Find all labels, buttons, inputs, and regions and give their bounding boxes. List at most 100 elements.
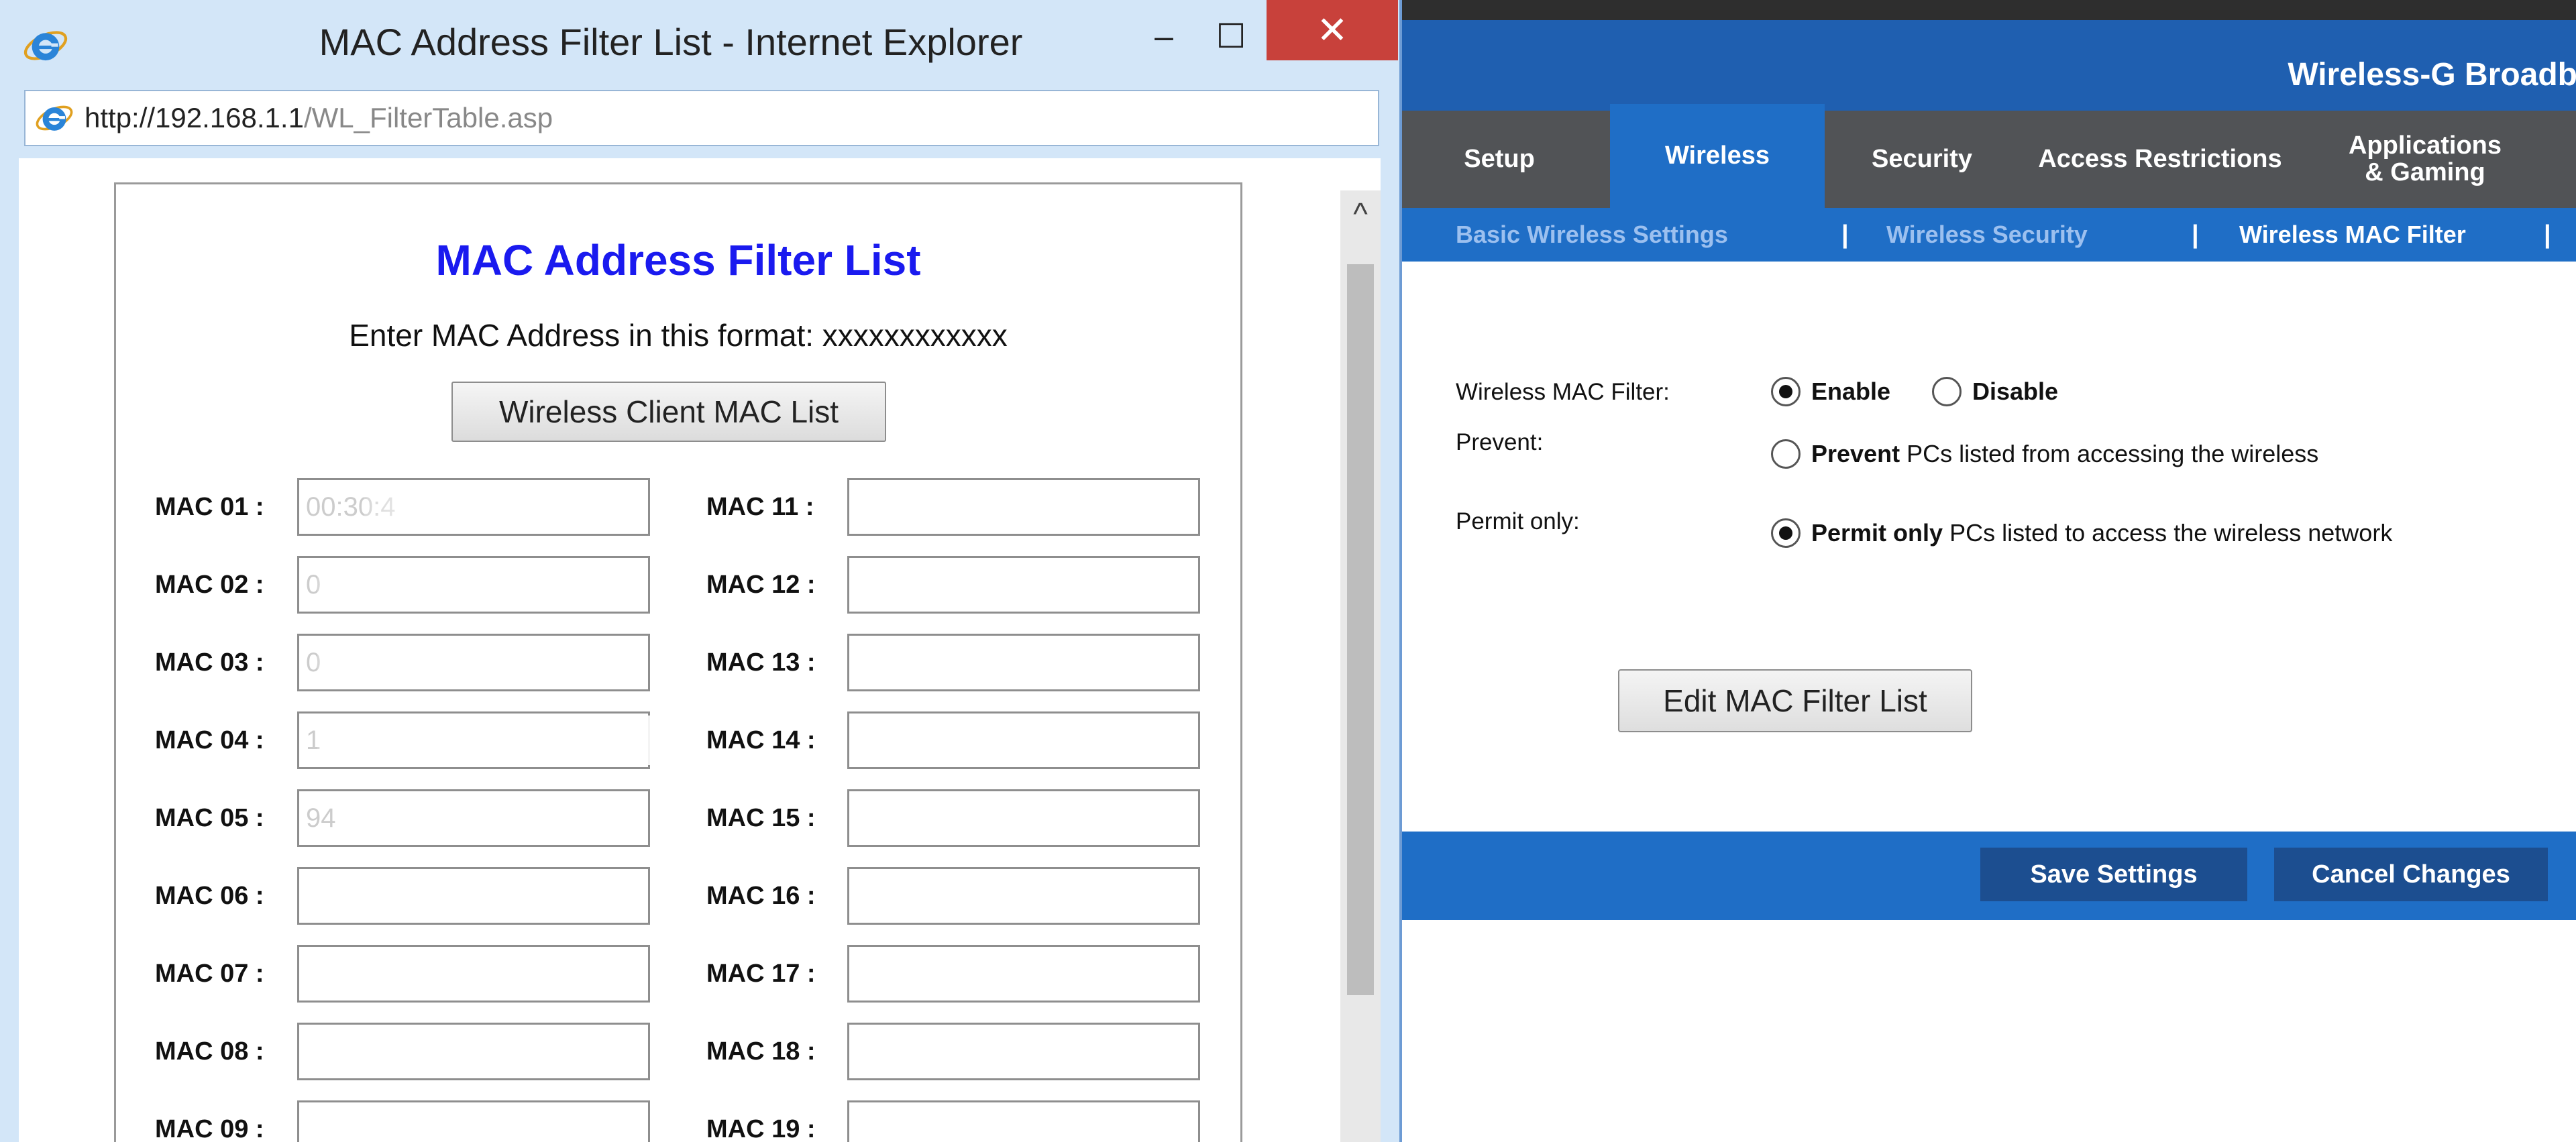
enable-radio[interactable]	[1771, 377, 1801, 406]
redaction-overlay	[317, 638, 639, 687]
cancel-changes-button[interactable]: Cancel Changes	[2274, 848, 2548, 901]
product-name: Wireless-G Broadb	[2288, 57, 2576, 93]
url-path: /WL_FilterTable.asp	[303, 102, 553, 133]
mac-row: MAC 17 :	[706, 945, 1243, 1003]
tab-access-label: Access Restrictions	[2038, 144, 2282, 173]
mac-label: MAC 08 :	[155, 1037, 264, 1066]
mac-label: MAC 18 :	[706, 1037, 816, 1066]
mac-label: MAC 11 :	[706, 492, 814, 521]
ie-page-icon	[36, 105, 73, 131]
mac-row: MAC 18 :	[706, 1023, 1243, 1080]
scroll-up-icon[interactable]: ^	[1340, 190, 1381, 237]
enable-option[interactable]: Enable	[1771, 377, 1897, 406]
permit-radio[interactable]	[1771, 518, 1801, 548]
prevent-radio[interactable]	[1771, 439, 1801, 469]
mac-row: MAC 11 :	[706, 478, 1243, 536]
permit-text: PCs listed to access the wireless networ…	[1949, 519, 2393, 547]
mac-filter-settings: Wireless MAC Filter: Enable Disable Prev…	[1402, 275, 2576, 832]
mac-label: MAC 19 :	[706, 1115, 816, 1142]
mac-input-09[interactable]	[297, 1100, 650, 1142]
sub-nav: Basic Wireless Settings | Wireless Secur…	[1402, 208, 2576, 262]
mac-input-16[interactable]	[847, 867, 1200, 925]
save-settings-button[interactable]: Save Settings	[1980, 848, 2247, 901]
maximize-button[interactable]: ☐	[1208, 9, 1254, 63]
mac-label: MAC 06 :	[155, 881, 264, 910]
disable-label: Disable	[1972, 378, 2059, 405]
mac-label: MAC 15 :	[706, 803, 816, 832]
tab-security-label: Security	[1872, 144, 1972, 173]
prevent-text: PCs listed from accessing the wireless	[1907, 440, 2319, 467]
tab-security[interactable]: Security	[1831, 111, 2012, 208]
tab-apps-label-2: & Gaming	[2365, 158, 2485, 186]
redaction-overlay	[317, 716, 650, 765]
subnav-wireless-security[interactable]: Wireless Security	[1886, 208, 2088, 262]
disable-radio[interactable]	[1932, 377, 1962, 406]
window-titlebar[interactable]: MAC Address Filter List - Internet Explo…	[0, 0, 1399, 87]
mac-label: MAC 01 :	[155, 492, 264, 521]
subnav-separator: |	[1841, 220, 1849, 249]
mac-row: MAC 14 :	[706, 711, 1243, 769]
mac-input-12[interactable]	[847, 556, 1200, 614]
tab-apps-label-1: Applications	[2348, 131, 2502, 160]
mac-input-19[interactable]	[847, 1100, 1200, 1142]
tab-wireless-label: Wireless	[1665, 141, 1770, 170]
tab-access-restrictions[interactable]: Access Restrictions	[2019, 111, 2301, 208]
wireless-client-mac-list-button[interactable]: Wireless Client MAC List	[451, 382, 886, 442]
prevent-label: Prevent:	[1456, 429, 1544, 455]
permit-option[interactable]: Permit only PCs listed to access the wir…	[1771, 518, 2392, 548]
permit-label: Permit only:	[1456, 508, 1580, 534]
tab-setup-label: Setup	[1464, 144, 1535, 173]
mac-input-08[interactable]	[297, 1023, 650, 1080]
mac-row: MAC 09 :	[116, 1100, 720, 1142]
subnav-basic-wireless-settings[interactable]: Basic Wireless Settings	[1456, 208, 1728, 262]
vertical-scrollbar[interactable]: ^	[1340, 190, 1381, 1142]
scrollbar-thumb[interactable]	[1347, 264, 1374, 995]
prevent-option[interactable]: Prevent PCs listed from accessing the wi…	[1771, 439, 2318, 469]
mac-input-13[interactable]	[847, 634, 1200, 691]
mac-label: MAC 04 :	[155, 726, 264, 754]
tab-setup[interactable]: Setup	[1402, 111, 1597, 208]
mac-label: MAC 13 :	[706, 648, 816, 677]
mac-input-17[interactable]	[847, 945, 1200, 1003]
main-nav: Setup Wireless Security Access Restricti…	[1402, 104, 2576, 208]
mac-row: MAC 13 :	[706, 634, 1243, 691]
close-button[interactable]: ✕	[1267, 0, 1398, 60]
edit-mac-filter-list-button[interactable]: Edit MAC Filter List	[1618, 669, 1972, 732]
minimize-button[interactable]: –	[1140, 9, 1187, 63]
mac-row: MAC 19 :	[706, 1100, 1243, 1142]
mac-input-07[interactable]	[297, 945, 650, 1003]
mac-row: MAC 01 :	[116, 478, 720, 536]
mac-label: MAC 09 :	[155, 1115, 264, 1142]
mac-row: MAC 16 :	[706, 867, 1243, 925]
mac-filter-panel: MAC Address Filter List Enter MAC Addres…	[114, 182, 1242, 1142]
format-instruction: Enter MAC Address in this format: xxxxxx…	[349, 318, 1008, 353]
disable-option[interactable]: Disable	[1932, 377, 2065, 406]
ie-popup-window: MAC Address Filter List - Internet Explo…	[0, 0, 1402, 1142]
mac-row: MAC 08 :	[116, 1023, 720, 1080]
mac-input-15[interactable]	[847, 789, 1200, 847]
subnav-separator: |	[2544, 220, 2551, 249]
prevent-bold-text: Prevent	[1811, 440, 1900, 467]
mac-input-11[interactable]	[847, 478, 1200, 536]
page-title: MAC Address Filter List	[435, 236, 921, 284]
mac-label: MAC 03 :	[155, 648, 264, 677]
page-viewport: ^ MAC Address Filter List Enter MAC Addr…	[19, 158, 1381, 1142]
mac-row: MAC 12 :	[706, 556, 1243, 614]
redaction-overlay	[364, 482, 646, 532]
mac-input-14[interactable]	[847, 711, 1200, 769]
router-footer: Save Settings Cancel Changes	[1402, 832, 2576, 920]
mac-row: MAC 04 :	[116, 711, 720, 769]
mac-row: MAC 05 :	[116, 789, 720, 847]
mac-input-18[interactable]	[847, 1023, 1200, 1080]
tab-applications-gaming[interactable]: Applications & Gaming	[2334, 111, 2516, 208]
mac-label: MAC 05 :	[155, 803, 264, 832]
address-bar[interactable]: http://192.168.1.1 /WL_FilterTable.asp	[24, 90, 1379, 146]
subnav-wireless-mac-filter[interactable]: Wireless MAC Filter	[2239, 208, 2466, 262]
mac-row: MAC 03 :	[116, 634, 720, 691]
mac-row: MAC 07 :	[116, 945, 720, 1003]
mac-label: MAC 02 :	[155, 570, 264, 599]
tab-wireless[interactable]: Wireless	[1610, 104, 1825, 208]
mac-input-06[interactable]	[297, 867, 650, 925]
router-top-strip	[1402, 0, 2576, 20]
mac-row: MAC 02 :	[116, 556, 720, 614]
